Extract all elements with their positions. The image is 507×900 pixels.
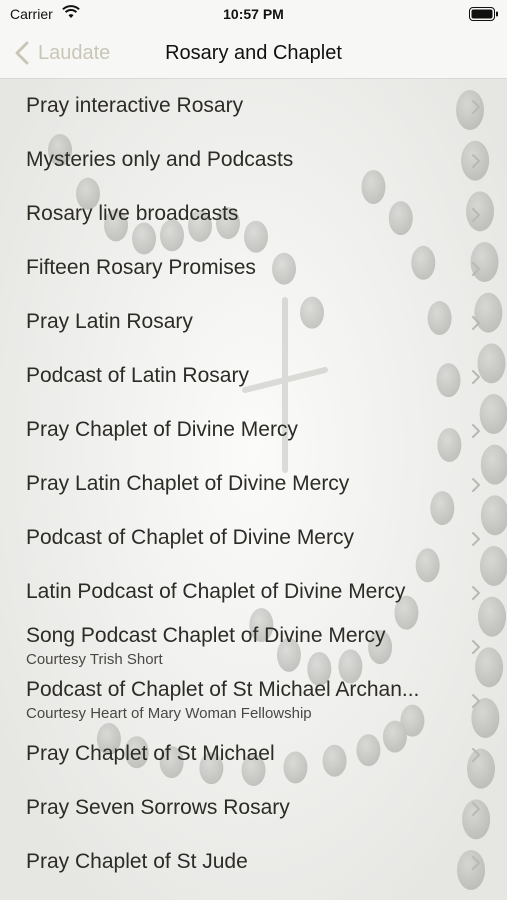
list-item-title: Fifteen Rosary Promises (26, 256, 256, 279)
chevron-right-icon (472, 262, 480, 276)
list-item[interactable]: Pray interactive Rosary (0, 80, 507, 134)
list-item-title: Podcast of Latin Rosary (26, 364, 249, 387)
chevron-right-icon (472, 532, 480, 546)
chevron-right-icon (472, 802, 480, 816)
list-item[interactable]: Pray Seven Sorrows Rosary (0, 782, 507, 836)
list-item-title: Latin Podcast of Chaplet of Divine Mercy (26, 580, 406, 603)
page-title: Rosary and Chaplet (165, 42, 342, 64)
list-item[interactable]: Pray Latin Rosary (0, 296, 507, 350)
navigation-bar: Laudate Rosary and Chaplet (0, 28, 507, 79)
list-item[interactable]: Pray Chaplet of St Jude (0, 836, 507, 890)
list-item-title: Pray Chaplet of Divine Mercy (26, 418, 298, 441)
list-item-subtitle: Courtesy Heart of Mary Woman Fellowship (26, 705, 312, 722)
list-item[interactable]: Podcast of Chaplet of St Michael Archan.… (0, 674, 507, 728)
list-item-title: Pray Chaplet of St Michael (26, 742, 275, 765)
list-item-title: Song Podcast Chaplet of Divine Mercy (26, 624, 386, 647)
list-item-subtitle: Courtesy Trish Short (26, 651, 163, 668)
chevron-right-icon (472, 478, 480, 492)
chevron-right-icon (472, 856, 480, 870)
list-item[interactable]: Rosary live broadcasts (0, 188, 507, 242)
list-item[interactable]: Pray Chaplet of St Michael (0, 728, 507, 782)
list-item-title: Podcast of Chaplet of Divine Mercy (26, 526, 354, 549)
chevron-right-icon (472, 100, 480, 114)
list-item-title: Pray interactive Rosary (26, 94, 244, 117)
battery-icon (469, 7, 498, 21)
chevron-right-icon (472, 424, 480, 438)
list-item-title: Podcast of Chaplet of St Michael Archan.… (26, 678, 420, 701)
chevron-right-icon (472, 748, 480, 762)
list-item[interactable]: Podcast of Latin Rosary (0, 350, 507, 404)
clock-label: 10:57 PM (223, 6, 284, 22)
chevron-right-icon (472, 154, 480, 168)
list-item[interactable]: Pray Latin Chaplet of Divine Mercy (0, 458, 507, 512)
list-item-title: Pray Latin Rosary (26, 310, 193, 333)
list-item-title: Pray Chaplet of St Jude (26, 850, 248, 873)
list-item[interactable]: Mysteries only and Podcasts (0, 134, 507, 188)
chevron-right-icon (472, 586, 480, 600)
list-item[interactable]: Podcast of Chaplet of Divine Mercy (0, 512, 507, 566)
status-bar: Carrier 10:57 PM (0, 0, 507, 28)
list-item[interactable]: Fifteen Rosary Promises (0, 242, 507, 296)
list-item[interactable]: Song Podcast Chaplet of Divine Mercy Cour… (0, 620, 507, 674)
chevron-right-icon (472, 316, 480, 330)
chevron-right-icon (472, 208, 480, 222)
list-item-title: Rosary live broadcasts (26, 202, 239, 225)
list-item-title: Mysteries only and Podcasts (26, 148, 294, 171)
list-item[interactable]: Latin Podcast of Chaplet of Divine Mercy (0, 566, 507, 620)
chevron-right-icon (472, 370, 480, 384)
list-item[interactable]: Pray Chaplet of Divine Mercy (0, 404, 507, 458)
chevron-right-icon (472, 694, 480, 708)
list-item-title: Pray Seven Sorrows Rosary (26, 796, 290, 819)
menu-list: Pray interactive Rosary Mysteries only a… (0, 80, 507, 890)
list-item-title: Pray Latin Chaplet of Divine Mercy (26, 472, 350, 495)
chevron-right-icon (472, 640, 480, 654)
